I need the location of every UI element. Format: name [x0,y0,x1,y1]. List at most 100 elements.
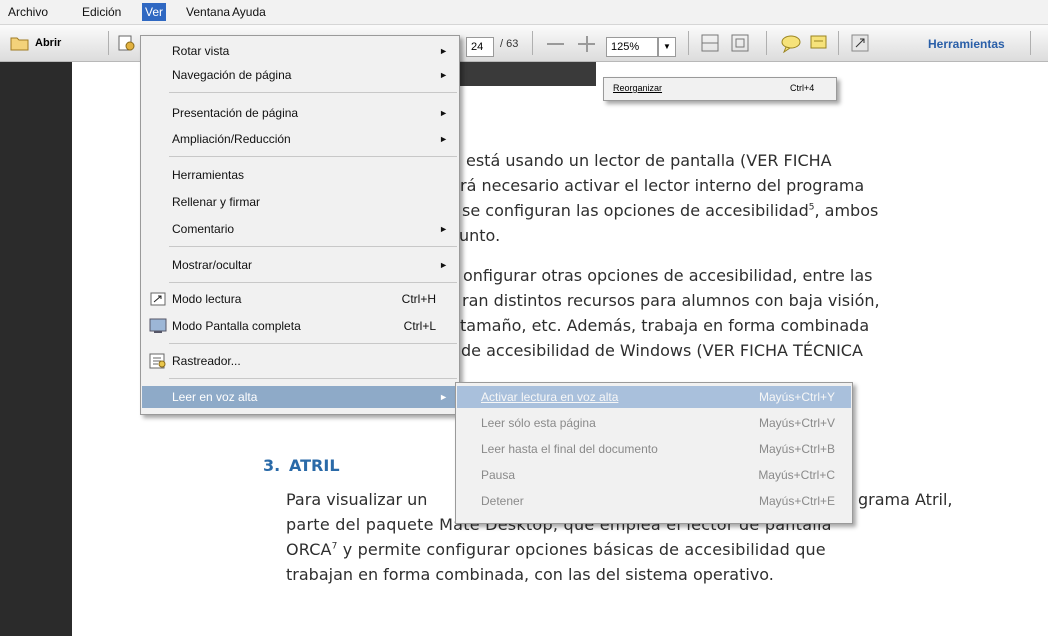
reorganize-menu: Reorganizar Ctrl+4 [603,77,837,101]
doc-line: trabajan en forma combinada, con las del… [286,565,774,584]
highlight-icon [810,35,827,49]
menu-ver[interactable]: Ver [142,3,167,21]
highlight-button[interactable] [808,32,830,54]
section-number: 3. [263,456,281,475]
comment-button[interactable] [780,32,802,54]
menu-item-shortcut: Mayús+Ctrl+E [758,494,835,508]
expand-icon [851,34,869,52]
doc-text: se configuran las opciones de accesibili… [462,201,809,220]
menu-item-shortcut: Mayús+Ctrl+C [758,468,835,482]
section-heading: ATRIL [289,456,340,475]
doc-text: y permite configurar opciones básicas de… [337,540,826,559]
submenu-arrow-icon: ► [439,392,448,402]
menu-item-leer-final[interactable]: Leer hasta el final del documento Mayús+C… [457,438,851,460]
doc-line: Para visualizar un [286,490,428,509]
menu-item-label: Comentario [172,222,235,236]
menu-bar: Archivo Edición Ver Ventana Ayuda [0,0,1048,25]
toolbar-divider [108,31,109,55]
toolbar-divider [838,31,839,55]
menu-item-label: Modo Pantalla completa [172,319,301,333]
menu-item-label: Detener [481,494,524,508]
menu-ventana[interactable]: Ventana [183,3,233,21]
doc-line: ran distintos recursos para alumnos con … [462,291,880,310]
menu-item-label: Leer hasta el final del documento [481,442,658,456]
ver-menu: Rotar vista ► Navegación de página ► Prese… [140,35,460,415]
menu-item-label: Ampliación/Reducción [172,132,291,146]
fit-width-icon [731,34,749,52]
menu-edicion[interactable]: Edición [79,3,124,21]
menu-item-label: Rastreador... [172,354,241,368]
open-button-label: Abrir [35,37,62,49]
doc-line: tamaño, etc. Además, trabaja en forma co… [460,316,870,335]
menu-item-label: Herramientas [172,168,245,182]
menu-item-label: Leer sólo esta página [481,416,596,430]
comment-icon [781,35,801,53]
page-number-input[interactable]: 24 [466,37,494,57]
menu-item-pausa[interactable]: Pausa Mayús+Ctrl+C [457,464,851,486]
menu-separator [169,282,457,283]
document-header-band [440,62,596,86]
toolbar-divider [1030,31,1031,55]
menu-item-mostrar-ocultar[interactable]: Mostrar/ocultar ► [142,254,458,276]
menu-item-rellenar[interactable]: Rellenar y firmar [142,191,458,213]
doc-line: unto. [459,226,501,245]
menu-item-modo-lectura[interactable]: Modo lectura Ctrl+H [142,288,458,310]
toolbar-divider [532,31,533,55]
zoom-out-button[interactable] [546,32,566,54]
menu-item-label: Navegación de página [172,68,292,82]
menu-item-detener[interactable]: Detener Mayús+Ctrl+E [457,490,851,512]
fit-width-button[interactable] [730,32,752,54]
menu-item-shortcut: Mayús+Ctrl+B [758,442,835,456]
chevron-down-icon: ▼ [663,42,671,51]
doc-line: rá necesario activar el lector interno d… [460,176,865,195]
menu-item-navegacion[interactable]: Navegación de página ► [142,64,458,86]
menu-item-ampliacion[interactable]: Ampliación/Reducción ► [142,128,458,150]
fit-page-button[interactable] [700,32,722,54]
fit-page-icon [701,34,719,52]
zoom-in-button[interactable] [577,32,597,54]
menu-archivo[interactable]: Archivo [5,3,51,21]
menu-separator [169,343,457,344]
menu-item-label: Rotar vista [172,44,230,58]
menu-item-leer-pagina[interactable]: Leer sólo esta página Mayús+Ctrl+V [457,412,851,434]
menu-item-shortcut: Mayús+Ctrl+V [758,416,835,430]
zoom-select[interactable]: 125% [606,37,658,57]
menu-item-label: Rellenar y firmar [172,195,261,209]
menu-item-herramientas[interactable]: Herramientas [142,164,458,186]
menu-ayuda[interactable]: Ayuda [229,3,269,21]
menu-separator [169,246,457,247]
print-button[interactable] [116,32,136,54]
open-button[interactable]: Abrir [10,32,61,54]
submenu-arrow-icon: ► [439,70,448,80]
menu-item-shortcut: Ctrl+L [403,319,436,333]
tracker-icon [149,353,166,369]
menu-item-label: Pausa [481,468,516,482]
menu-item-comentario[interactable]: Comentario ► [142,218,458,240]
menu-item-presentacion[interactable]: Presentación de página ► [142,102,458,124]
menu-item-label: Activar lectura en voz alta [481,390,619,404]
tools-button[interactable]: Herramientas [928,37,1005,51]
submenu-arrow-icon: ► [439,46,448,56]
doc-line: se configuran las opciones de accesibili… [462,201,878,220]
menu-item-pantalla-completa[interactable]: Modo Pantalla completa Ctrl+L [142,315,458,337]
page-total: / 63 [500,38,519,50]
menu-item-rotar-vista[interactable]: Rotar vista ► [142,40,458,62]
plus-icon [578,36,595,52]
doc-line: ORCA7 y permite configurar opciones bási… [286,540,826,559]
menu-item-label: Modo lectura [172,292,242,306]
menu-item-label: Mostrar/ocultar [172,258,253,272]
fullscreen-icon [149,318,167,333]
menu-separator [169,92,457,93]
menu-item-leer-voz-alta[interactable]: Leer en voz alta ► [142,386,458,408]
submenu-arrow-icon: ► [439,224,448,234]
read-aloud-submenu: Activar lectura en voz alta Mayús+Ctrl+Y … [455,382,853,524]
zoom-dropdown-button[interactable]: ▼ [658,37,676,57]
menu-item-label: Presentación de página [172,106,299,120]
reorganize-item[interactable]: Reorganizar [613,83,662,93]
menu-item-activar-lectura[interactable]: Activar lectura en voz alta Mayús+Ctrl+Y [457,386,851,408]
print-icon [118,35,135,51]
toolbar-divider [766,31,767,55]
menu-item-label: Leer en voz alta [172,390,258,404]
expand-button[interactable] [850,32,870,54]
menu-item-rastreador[interactable]: Rastreador... [142,350,458,372]
